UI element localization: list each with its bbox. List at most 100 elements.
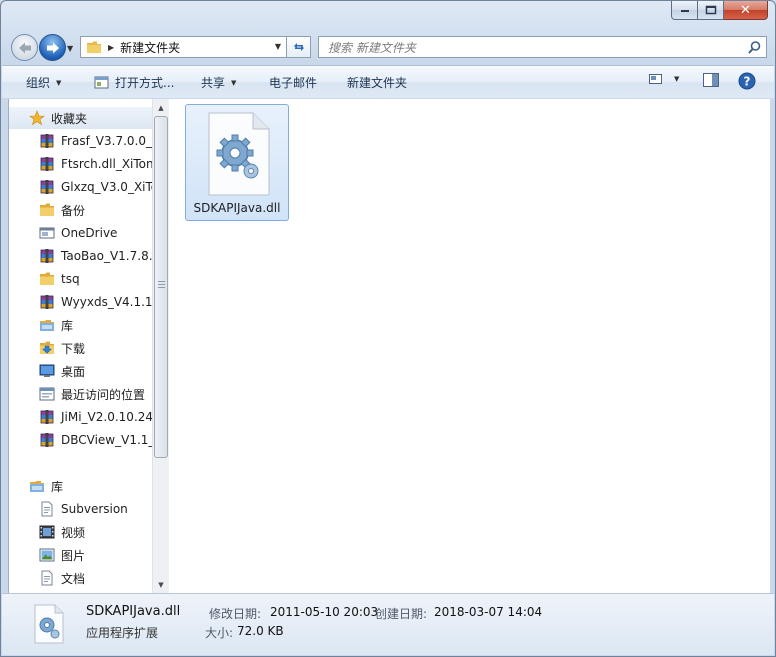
desktop-icon: [39, 363, 55, 379]
navpane-scrollbar[interactable]: ▲ ▼: [152, 99, 169, 593]
folder-icon: [87, 41, 101, 53]
refresh-button[interactable]: [287, 36, 311, 58]
file-list-area[interactable]: SDKAPIJava.dll: [169, 99, 770, 593]
winrar-archive-icon: [39, 432, 55, 448]
winrar-archive-icon: [39, 409, 55, 425]
folder-icon: [39, 271, 55, 287]
help-icon: ?: [738, 72, 756, 90]
chevron-right-icon[interactable]: ▶: [108, 43, 114, 52]
details-pane: SDKAPIJava.dll 应用程序扩展 修改日期: 2011-05-10 2…: [2, 593, 774, 655]
details-size-value: 72.0 KB: [237, 624, 284, 638]
main-area: 收藏夹 Frasf_V3.7.0.0_XiTon Ftsrch.dll_XiTon…: [8, 99, 770, 593]
winrar-archive-icon: [39, 179, 55, 195]
dll-gear-icon: [208, 112, 270, 196]
file-item-sdkapijava[interactable]: SDKAPIJava.dll: [185, 104, 289, 221]
close-button[interactable]: ✕: [724, 1, 768, 20]
video-library-icon: [39, 524, 55, 540]
sidebar-item-favorite-5[interactable]: TaoBao_V1.7.8.0_XiTong: [9, 245, 157, 267]
sidebar-item-label: 图片: [61, 548, 86, 563]
sidebar-item-label: tsq: [61, 272, 80, 286]
email-button[interactable]: 电子邮件: [269, 74, 317, 91]
grip-icon: [158, 281, 165, 289]
file-name: SDKAPIJava.dll: [193, 201, 281, 215]
minimize-button[interactable]: [671, 1, 698, 20]
sidebar-item-label: JiMi_V2.0.10.24_XiTong: [61, 410, 157, 424]
sidebar-item-favorite-7[interactable]: Wyyxds_V4.1.1.1_XiTong: [9, 291, 157, 313]
organize-button[interactable]: 组织 ▼: [26, 74, 61, 91]
change-view-button[interactable]: ▼: [648, 72, 679, 86]
library-icon: [29, 478, 45, 494]
details-created-value: 2018-03-07 14:04: [434, 605, 543, 619]
sidebar-item-libraries-header[interactable]: 库: [9, 475, 157, 497]
sidebar-item-favorite-2[interactable]: Glxzq_V3.0_XiTongZhiJia: [9, 176, 157, 198]
sidebar-item-favorite-0[interactable]: Frasf_V3.7.0.0_XiTon: [9, 130, 157, 152]
winrar-archive-icon: [39, 294, 55, 310]
sidebar-item-favorite-10[interactable]: 桌面: [9, 360, 157, 382]
details-size-label: 大小:: [205, 626, 234, 640]
new-folder-label: 新建文件夹: [347, 76, 408, 90]
preview-pane-button[interactable]: [702, 72, 720, 88]
sidebar-item-favorite-12[interactable]: JiMi_V2.0.10.24_XiTong: [9, 406, 157, 428]
details-file-name: SDKAPIJava.dll: [86, 604, 181, 619]
winrar-archive-icon: [39, 133, 55, 149]
sidebar-item-favorite-11[interactable]: 最近访问的位置: [9, 383, 157, 405]
document-library-icon: [39, 570, 55, 586]
sidebar-item-library-1[interactable]: 视频: [9, 521, 157, 543]
folder-icon: [39, 202, 55, 218]
sidebar-item-library-0[interactable]: Subversion: [9, 498, 157, 520]
document-library-icon: [39, 501, 55, 517]
winrar-archive-icon: [39, 156, 55, 172]
search-box[interactable]: 搜索 新建文件夹: [318, 36, 767, 58]
sidebar-item-favorite-1[interactable]: Ftsrch.dll_XiTongZhiJia: [9, 153, 157, 175]
search-icon[interactable]: [747, 40, 762, 55]
address-dropdown-icon[interactable]: ▼: [275, 42, 281, 51]
maximize-button[interactable]: [698, 1, 724, 20]
chevron-down-icon: ▼: [231, 78, 237, 87]
view-dropdown-icon[interactable]: ▼: [674, 75, 679, 83]
scroll-down-icon[interactable]: ▼: [153, 576, 169, 593]
downloads-icon: [39, 340, 55, 356]
onedrive-icon: [39, 225, 55, 241]
sidebar-item-label: 备份: [61, 203, 86, 218]
details-file-type: 应用程序扩展: [86, 626, 159, 640]
sidebar-item-favorite-6[interactable]: tsq: [9, 268, 157, 290]
preview-pane-icon: [703, 73, 719, 87]
sidebar-item-label: 库: [51, 479, 64, 494]
sidebar-item-label: OneDrive: [61, 226, 118, 240]
close-icon: ✕: [740, 2, 751, 18]
share-label: 共享: [201, 76, 226, 90]
refresh-icon: [293, 43, 304, 51]
sidebar-item-label: Wyyxds_V4.1.1.1_XiTong: [61, 295, 157, 309]
open-with-button[interactable]: 打开方式...: [94, 74, 174, 91]
view-icon: [649, 74, 662, 84]
command-bar: 组织 ▼ 打开方式... 共享 ▼ 电子邮件 新建文件夹 ▼ ?: [2, 65, 774, 98]
scroll-up-icon[interactable]: ▲: [153, 99, 169, 116]
favorites-header[interactable]: 收藏夹: [9, 107, 157, 129]
new-folder-button[interactable]: 新建文件夹: [347, 74, 407, 91]
address-bar[interactable]: ▶ 新建文件夹 ▼: [80, 36, 287, 58]
navigation-row: ▼ ▶ 新建文件夹 ▼ 搜索 新建文件夹: [1, 31, 775, 63]
recent-pages-dropdown[interactable]: ▼: [67, 44, 73, 53]
caption-buttons: ✕: [671, 1, 768, 20]
open-with-icon: [94, 76, 109, 88]
dll-gear-icon: [34, 604, 64, 644]
organize-label: 组织: [26, 76, 51, 90]
sidebar-item-label: Frasf_V3.7.0.0_XiTon: [61, 134, 157, 148]
sidebar-item-library-3[interactable]: 文档: [9, 567, 157, 589]
sidebar-item-favorite-8[interactable]: 库: [9, 314, 157, 336]
navigation-pane[interactable]: 收藏夹 Frasf_V3.7.0.0_XiTon Ftsrch.dll_XiTon…: [9, 99, 157, 593]
share-button[interactable]: 共享 ▼: [201, 74, 236, 91]
sidebar-item-favorite-3[interactable]: 备份: [9, 199, 157, 221]
help-button[interactable]: ?: [738, 72, 756, 90]
details-modified-label: 修改日期:: [209, 607, 262, 621]
forward-button[interactable]: [39, 34, 66, 61]
sidebar-item-favorite-4[interactable]: OneDrive: [9, 222, 157, 244]
sidebar-item-library-2[interactable]: 图片: [9, 544, 157, 566]
minimize-icon: [680, 10, 689, 12]
sidebar-item-favorite-9[interactable]: 下载: [9, 337, 157, 359]
scrollbar-thumb[interactable]: [154, 116, 168, 458]
address-path-segment[interactable]: 新建文件夹: [120, 39, 180, 56]
back-button[interactable]: [11, 34, 38, 61]
winrar-archive-icon: [39, 248, 55, 264]
sidebar-item-favorite-13[interactable]: DBCView_V1.1_XiTong: [9, 429, 157, 451]
